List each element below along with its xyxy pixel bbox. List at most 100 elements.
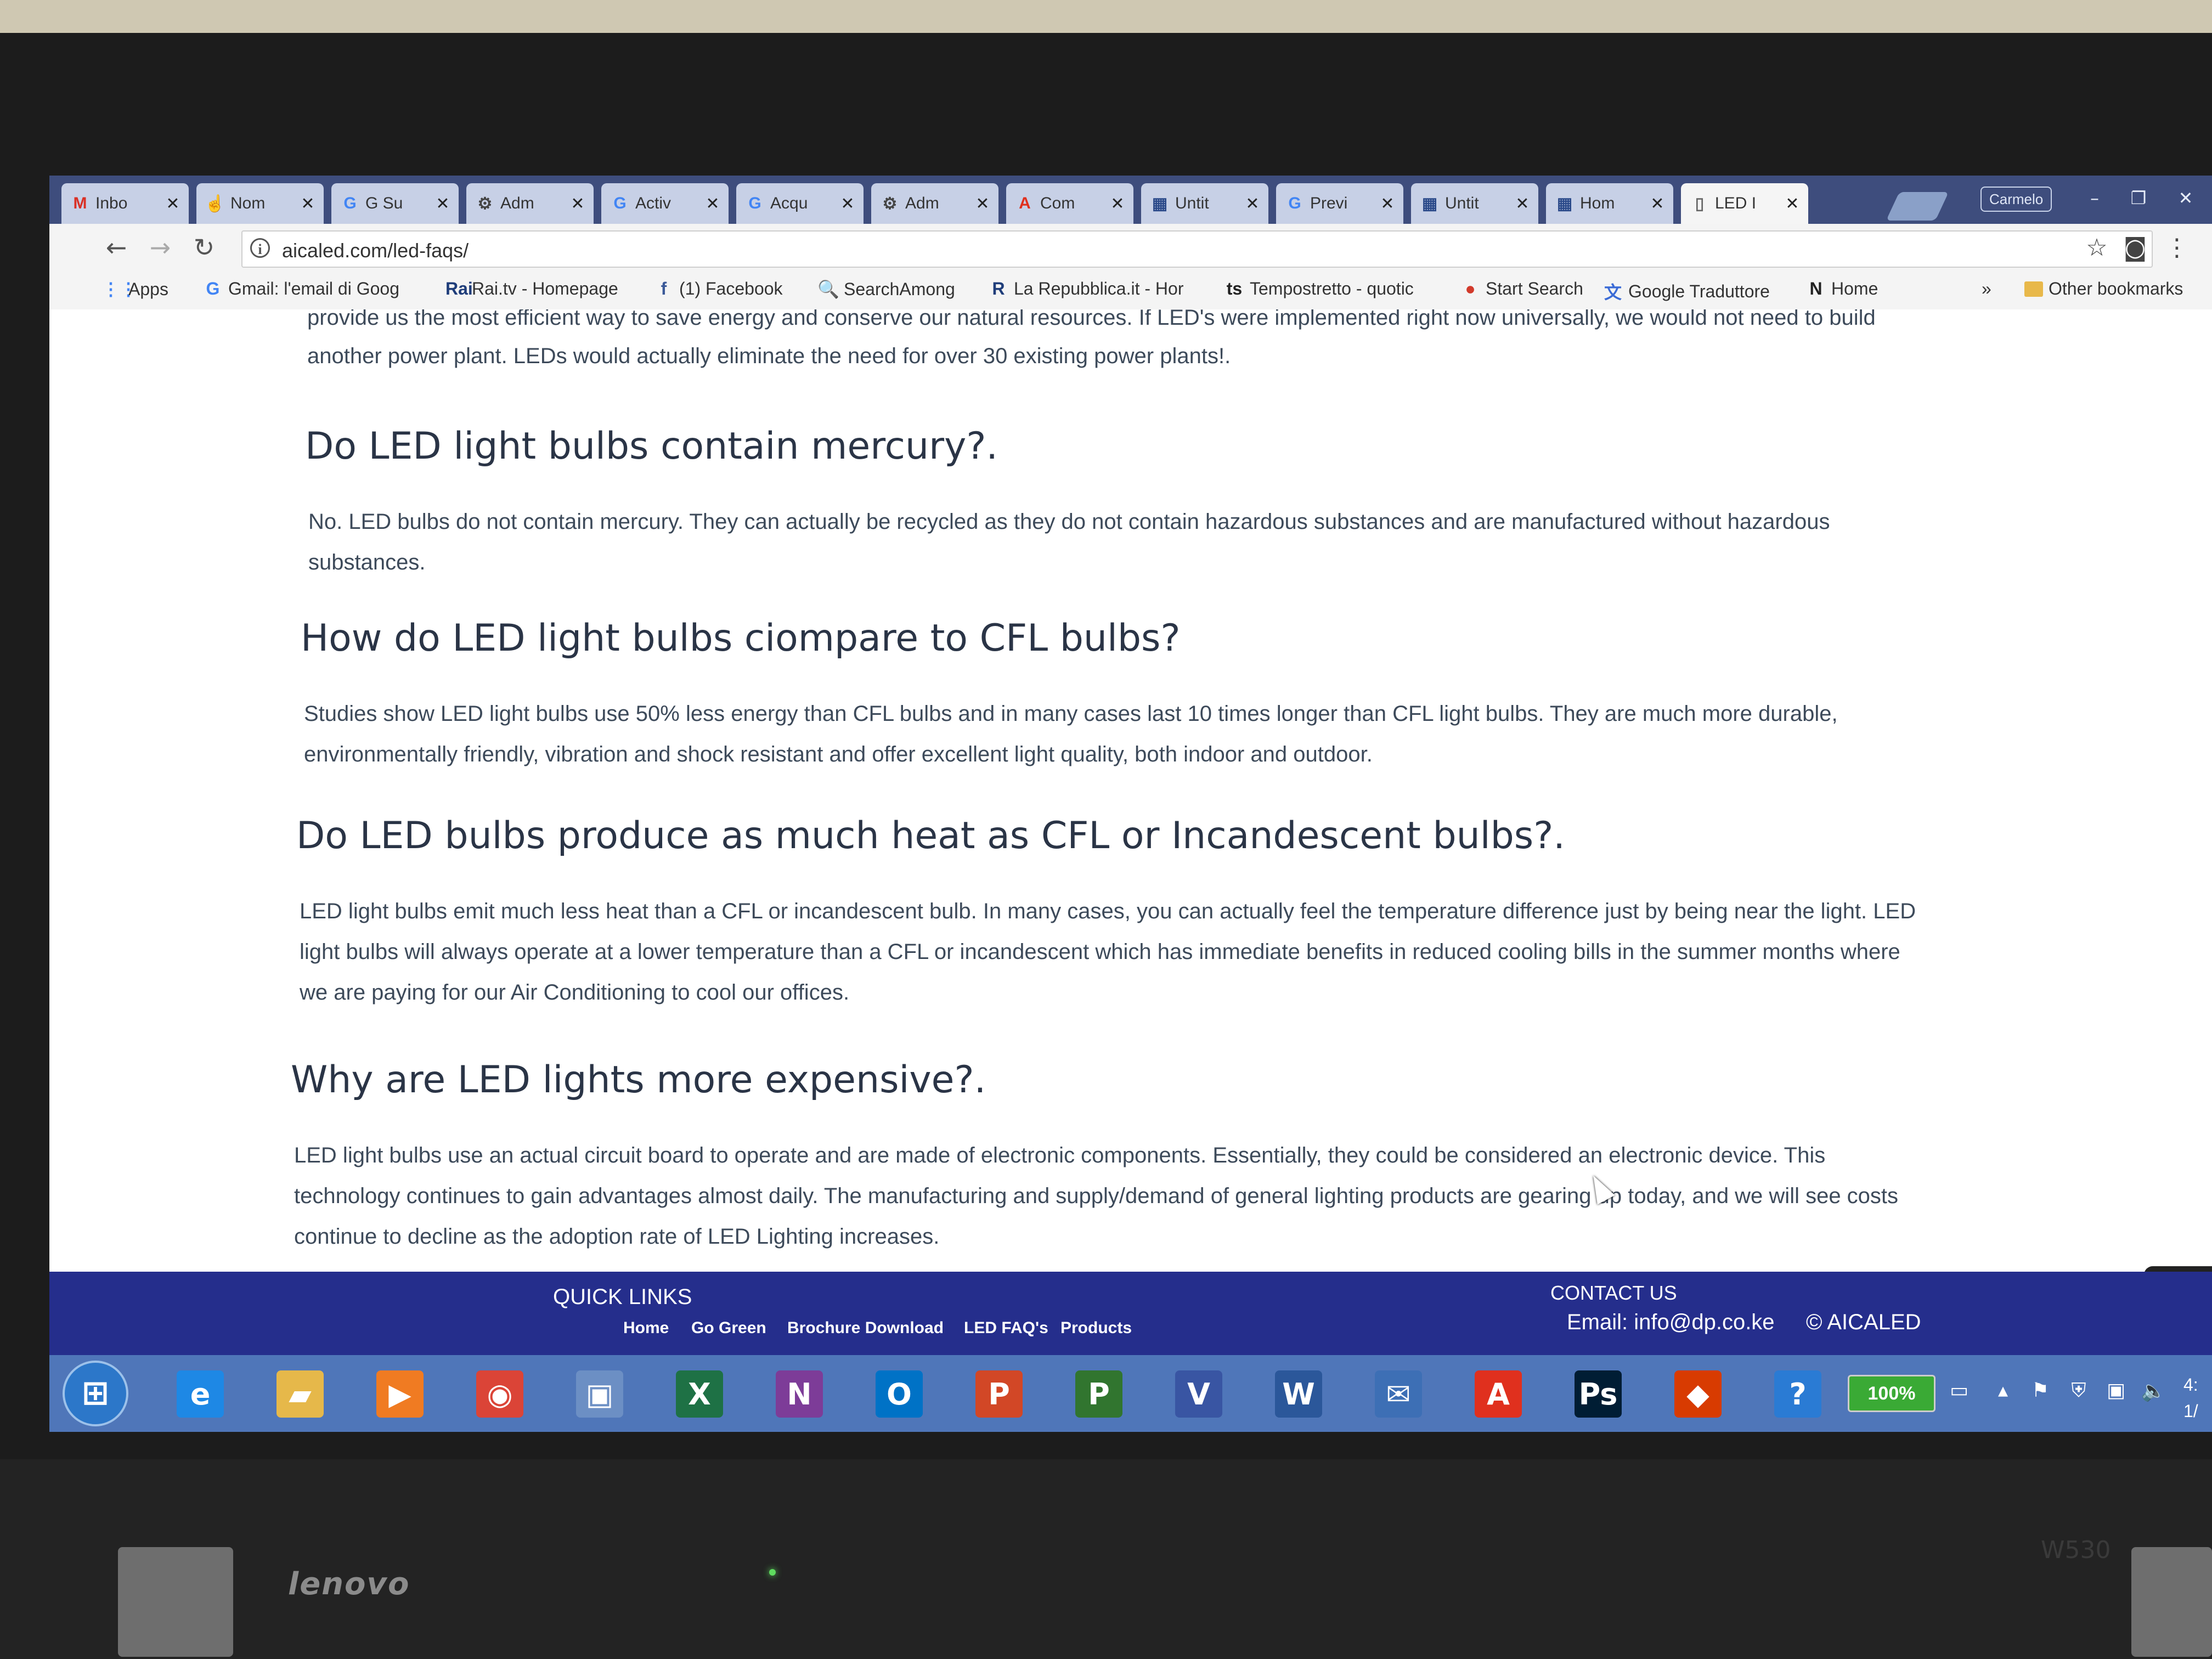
other-bookmarks[interactable]: Other bookmarks (2024, 279, 2183, 299)
taskbar-project[interactable]: P (1058, 1363, 1140, 1425)
system-clock[interactable]: 4: 1/ (2183, 1372, 2212, 1424)
other-bookmarks-label: Other bookmarks (2049, 279, 2183, 298)
tray-expand-icon[interactable]: ▴ (1989, 1379, 2017, 1407)
contact-us-title: CONTACT US (1550, 1282, 1677, 1304)
network-icon[interactable]: ▣ (2102, 1379, 2130, 1407)
bookmark-item[interactable]: G Gmail: l'email di Goog (202, 279, 399, 299)
close-tab-icon[interactable]: ✕ (1109, 194, 1126, 213)
taskbar-word[interactable]: W (1257, 1363, 1340, 1425)
close-tab-icon[interactable]: ✕ (1784, 194, 1801, 213)
footer-link-products[interactable]: Products (1060, 1319, 1132, 1338)
close-tab-icon[interactable]: ✕ (569, 194, 586, 213)
contact-email[interactable]: Email: info@dp.co.ke (1567, 1310, 1775, 1335)
bookmark-item[interactable]: N Home (1805, 279, 1878, 299)
close-tab-icon[interactable]: ✕ (704, 194, 721, 213)
camera-icon[interactable]: ◙ (2120, 234, 2151, 262)
close-tab-icon[interactable]: ✕ (1244, 194, 1261, 213)
address-bar[interactable]: i aicaled.com/led-faqs/ (241, 230, 2153, 268)
browser-tab[interactable]: ⚙ Adm ✕ (871, 183, 998, 224)
taskbar-onenote[interactable]: N (758, 1363, 840, 1425)
faq-question: Do LED bulbs produce as much heat as CFL… (296, 814, 1565, 857)
keyboard-icon[interactable]: ▭ (1945, 1379, 1973, 1407)
volume-icon[interactable]: 🔈 (2140, 1379, 2167, 1407)
bookmark-item[interactable]: f (1) Facebook (653, 279, 783, 299)
browser-tab[interactable]: A Com ✕ (1006, 183, 1133, 224)
profile-button[interactable]: Carmelo (1980, 187, 2052, 212)
close-tab-icon[interactable]: ✕ (974, 194, 991, 213)
close-tab-icon[interactable]: ✕ (839, 194, 856, 213)
tab-title: G Su (365, 194, 403, 212)
reload-icon[interactable]: ↻ (188, 233, 221, 262)
action-center-flag-icon[interactable]: ⚑ (2027, 1379, 2054, 1407)
browser-tab[interactable]: G Activ ✕ (601, 183, 729, 224)
bookmark-item[interactable]: 🔍 SearchAmong (817, 279, 955, 300)
footer-link-home[interactable]: Home (623, 1319, 669, 1338)
taskbar-acrobat[interactable]: A (1457, 1363, 1539, 1425)
browser-tab[interactable]: G Acqu ✕ (736, 183, 864, 224)
taskbar-file-explorer[interactable]: ▰ (259, 1363, 341, 1425)
url-text[interactable]: aicaled.com/led-faqs/ (282, 239, 469, 262)
taskbar-help[interactable]: ? (1757, 1363, 1839, 1425)
menu-dots-icon[interactable]: ⋮ (2162, 234, 2192, 262)
bookmark-item[interactable]: ● Start Search (1459, 279, 1583, 299)
bookmark-star-icon[interactable]: ☆ (2081, 234, 2112, 262)
browser-tab[interactable]: G Previ ✕ (1276, 183, 1403, 224)
forward-arrow-icon[interactable]: → (144, 233, 177, 262)
taskbar-outlook[interactable]: O (858, 1363, 940, 1425)
new-tab-button[interactable] (1886, 192, 1949, 221)
taskbar-visio[interactable]: V (1158, 1363, 1240, 1425)
tab-title: Hom (1580, 194, 1615, 212)
close-tab-icon[interactable]: ✕ (165, 194, 181, 213)
browser-tab[interactable]: ⚙ Adm ✕ (466, 183, 594, 224)
taskbar-excel[interactable]: X (658, 1363, 741, 1425)
bookmark-item[interactable]: ts Tempostretto - quotic (1223, 279, 1414, 299)
footer-link-led-faqs[interactable]: LED FAQ's (964, 1319, 1048, 1338)
footer-link-go-green[interactable]: Go Green (691, 1319, 766, 1338)
close-window-button[interactable]: ✕ (2165, 185, 2207, 211)
tab-title: Acqu (770, 194, 808, 212)
minimize-button[interactable]: – (2074, 185, 2115, 211)
taskbar-scanner-app[interactable]: ▣ (558, 1363, 641, 1425)
taskbar-powerpoint[interactable]: P (958, 1363, 1040, 1425)
bookmark-label: Gmail: l'email di Goog (228, 279, 399, 298)
taskbar-chrome[interactable]: ◉ (459, 1363, 541, 1425)
bookmark-label: Home (1831, 279, 1878, 298)
close-tab-icon[interactable]: ✕ (435, 194, 451, 213)
footer-link-brochure[interactable]: Brochure Download (787, 1319, 944, 1338)
bookmark-item[interactable]: ⋮⋮ Apps (102, 279, 168, 300)
taskbar-office-tools[interactable]: ◆ (1657, 1363, 1739, 1425)
bookmarks-overflow-icon[interactable]: » (1982, 279, 1991, 299)
scroll-top-button[interactable]: A (2144, 1266, 2212, 1272)
taskbar-internet-explorer[interactable]: e (159, 1363, 241, 1425)
bookmark-item[interactable]: Rai Rai.tv - Homepage (445, 279, 618, 299)
close-tab-icon[interactable]: ✕ (1514, 194, 1531, 213)
browser-tab[interactable]: ▦ Untit ✕ (1411, 183, 1538, 224)
browser-tab[interactable]: ▯ LED I ✕ (1681, 183, 1808, 224)
bookmark-item[interactable]: R La Repubblica.it - Hor (988, 279, 1183, 299)
browser-tab[interactable]: G G Su ✕ (331, 183, 459, 224)
close-tab-icon[interactable]: ✕ (1649, 194, 1666, 213)
browser-tab[interactable]: ▦ Untit ✕ (1141, 183, 1268, 224)
restore-button[interactable]: ❐ (2118, 185, 2159, 211)
close-tab-icon[interactable]: ✕ (300, 194, 316, 213)
bookmark-item[interactable]: 文 Google Traduttore (1602, 279, 1770, 304)
back-arrow-icon[interactable]: ← (100, 233, 133, 262)
bookmark-label: Google Traduttore (1628, 281, 1770, 301)
taskbar-media-player[interactable]: ▶ (359, 1363, 441, 1425)
battery-indicator[interactable]: 100% (1848, 1375, 1936, 1412)
browser-tab[interactable]: M Inbo ✕ (61, 183, 189, 224)
info-icon[interactable]: i (250, 238, 270, 258)
faq-answer-line: LED light bulbs emit much less heat than… (300, 899, 1916, 923)
faq-answer-line: light bulbs will always operate at a low… (300, 940, 1900, 964)
faq-question: Do LED light bulbs contain mercury?. (305, 425, 998, 468)
taskbar-photoshop[interactable]: Ps (1557, 1363, 1639, 1425)
close-tab-icon[interactable]: ✕ (1379, 194, 1396, 213)
browser-tab[interactable]: ▦ Hom ✕ (1546, 183, 1673, 224)
browser-tab[interactable]: ☝ Nom ✕ (196, 183, 324, 224)
acrobat-icon: A (1475, 1370, 1522, 1418)
start-button[interactable]: ⊞ (63, 1361, 128, 1426)
excel-icon: X (676, 1370, 723, 1418)
taskbar-thunderbird[interactable]: ✉ (1357, 1363, 1440, 1425)
gear-icon: ⚙ (882, 194, 898, 213)
security-icon[interactable]: ⛨ (2065, 1379, 2092, 1407)
